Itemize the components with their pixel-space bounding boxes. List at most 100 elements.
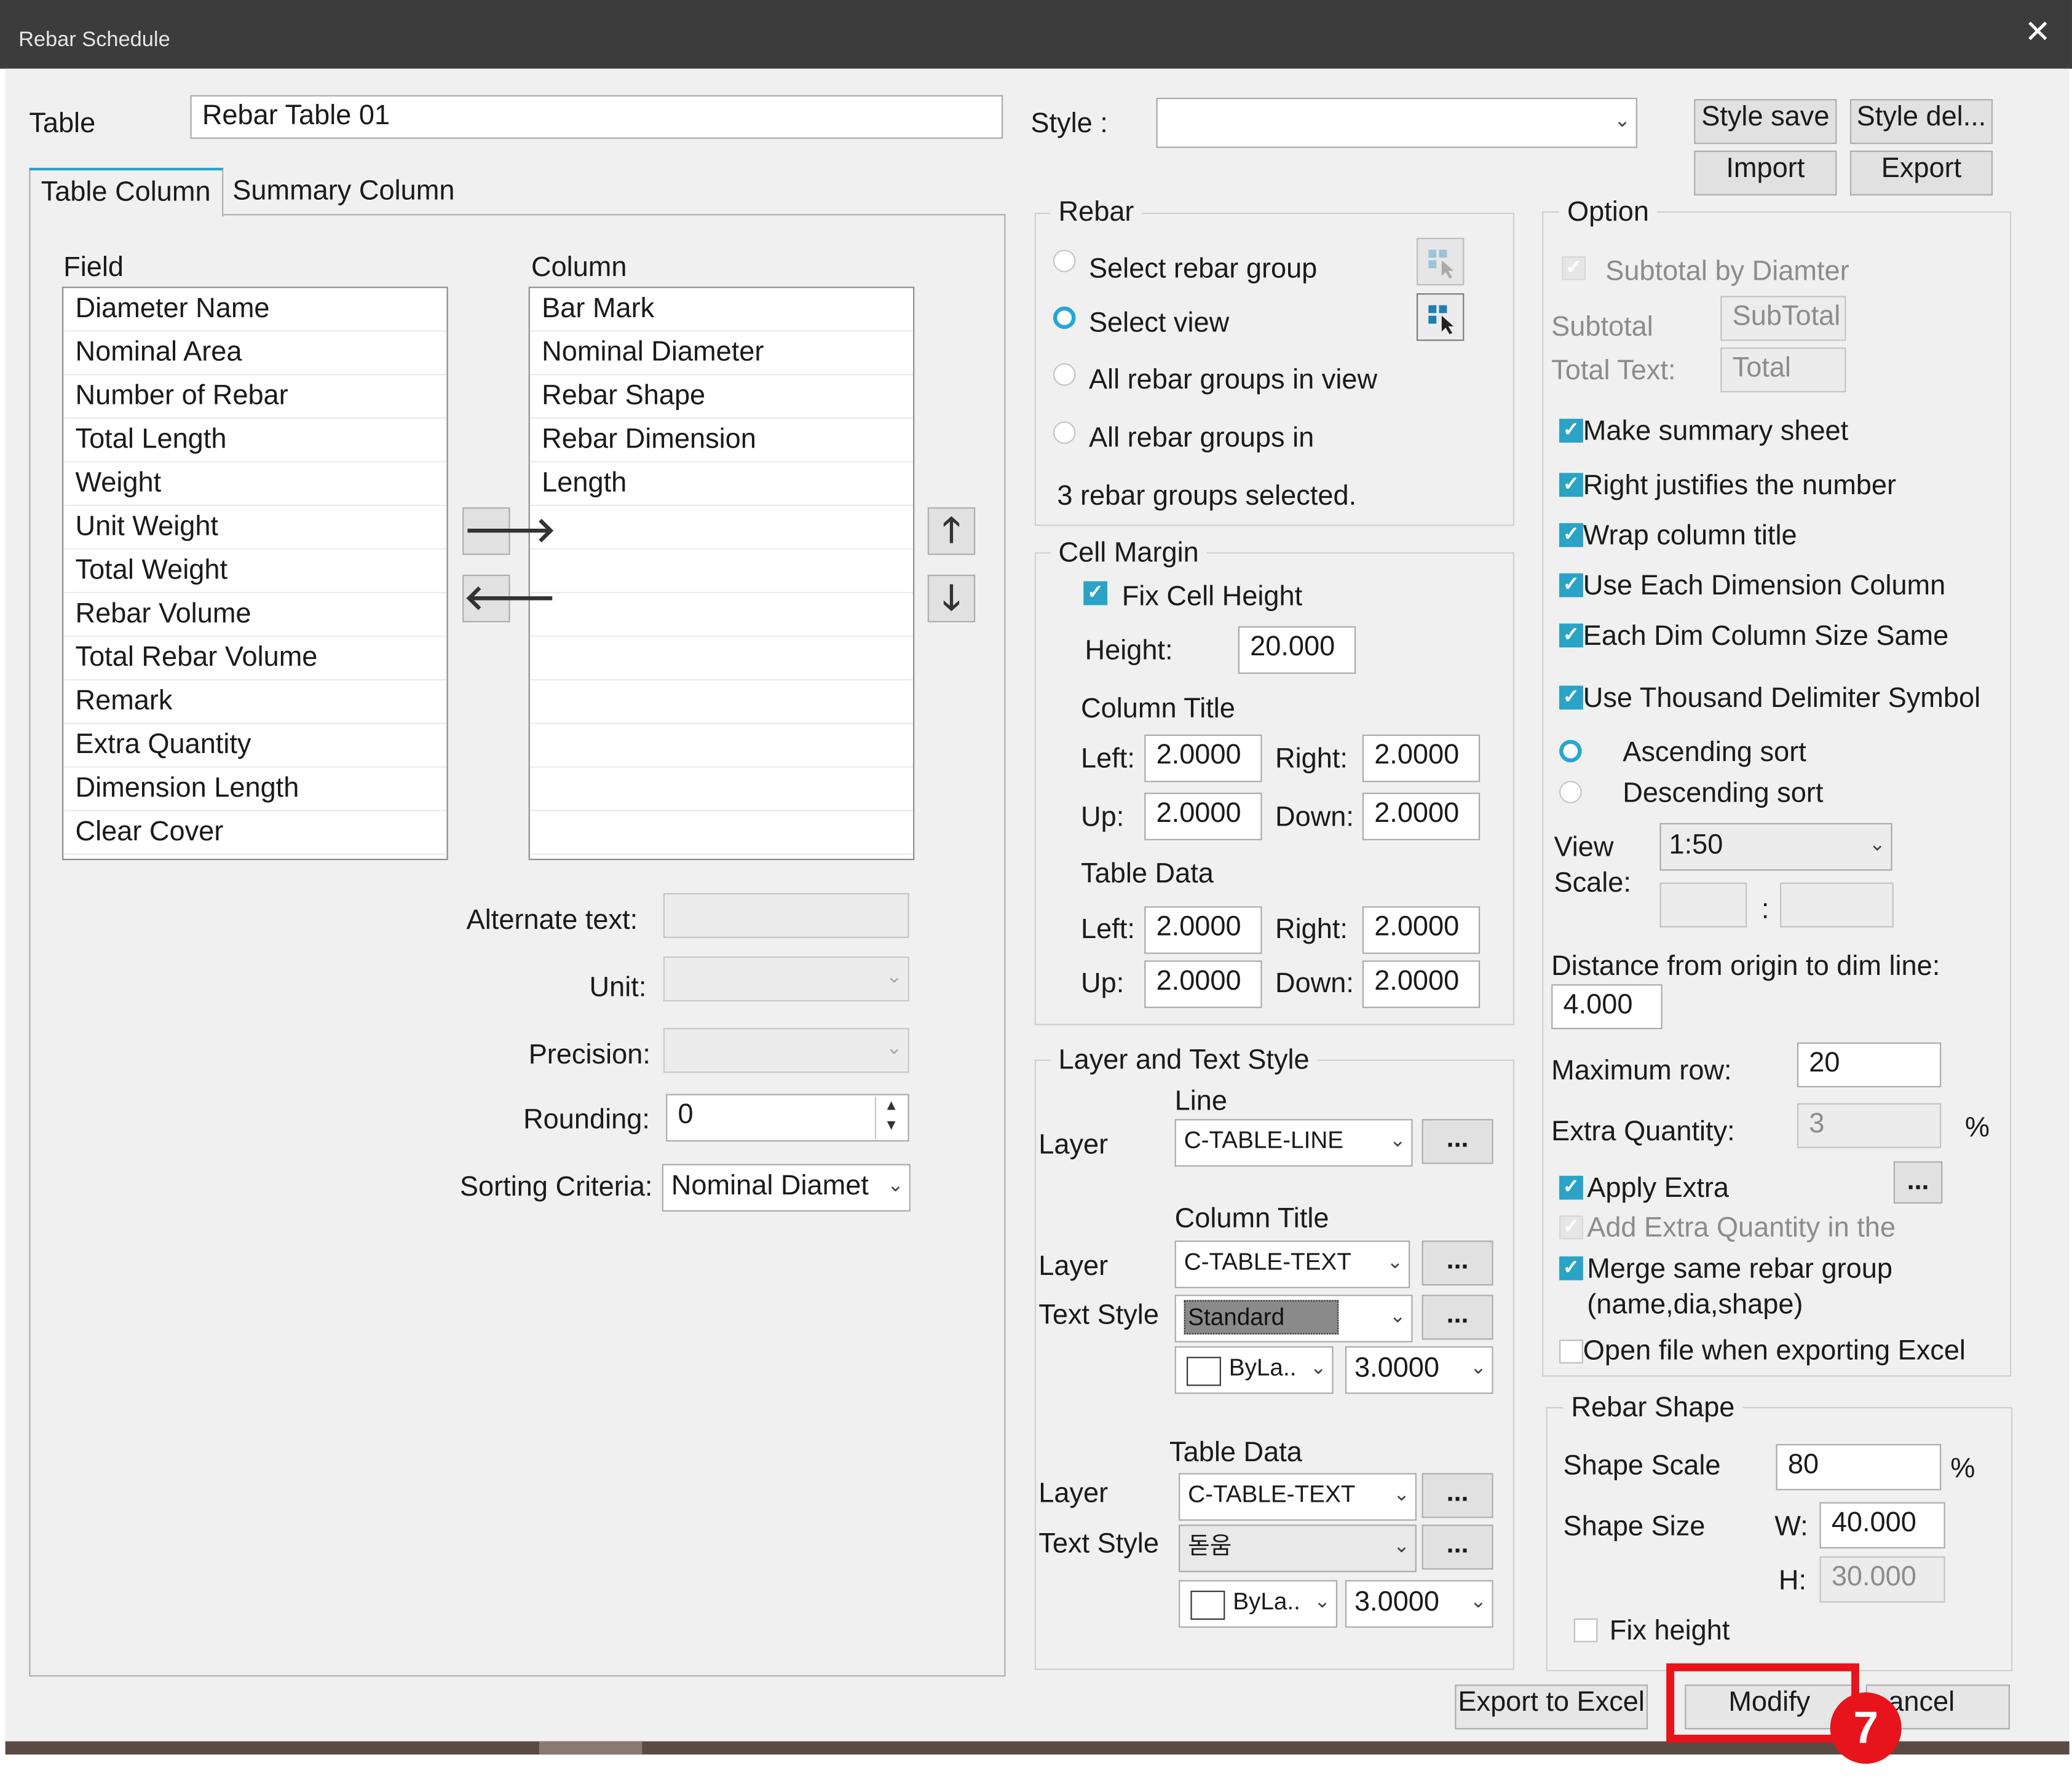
list-item[interactable]: Extra Quantity: [63, 724, 447, 768]
distance-input[interactable]: 4.000: [1551, 984, 1663, 1030]
shape-width-input[interactable]: 40.000: [1819, 1502, 1945, 1548]
fix-height-checkbox[interactable]: [1573, 1618, 1598, 1643]
pick-rebar-icon[interactable]: [1416, 237, 1465, 286]
td-up-input[interactable]: 2.0000: [1144, 960, 1262, 1008]
line-layer-select[interactable]: C-TABLE-LINE ⌄: [1174, 1119, 1413, 1167]
td-layer-select[interactable]: C-TABLE-TEXT ⌄: [1179, 1473, 1417, 1521]
max-row-input[interactable]: 20: [1797, 1042, 1942, 1087]
merge-same-checkbox[interactable]: ✓: [1559, 1256, 1583, 1280]
extra-quantity-input[interactable]: 3: [1797, 1103, 1942, 1148]
apply-extra-checkbox[interactable]: ✓: [1559, 1175, 1583, 1200]
style-save-button[interactable]: Style save: [1694, 99, 1837, 144]
td-right-input[interactable]: 2.0000: [1362, 906, 1481, 954]
list-item[interactable]: Length: [529, 462, 914, 507]
height-label: Height:: [1085, 635, 1173, 666]
list-item[interactable]: Diameter Name: [63, 288, 447, 332]
list-item[interactable]: Dimension Length: [63, 768, 447, 811]
sorting-criteria-select[interactable]: Nominal Diamet ⌄: [662, 1164, 911, 1212]
column-list[interactable]: Bar Mark Nominal Diameter Rebar Shape Re…: [528, 286, 915, 861]
ct-layer-select[interactable]: C-TABLE-TEXT ⌄: [1174, 1241, 1410, 1288]
unit-select[interactable]: ⌄: [663, 957, 909, 1002]
close-icon[interactable]: ✕: [2025, 15, 2051, 50]
tab-summary-column[interactable]: Summary Column: [232, 175, 454, 209]
import-button[interactable]: Import: [1694, 151, 1837, 196]
ct-height-select[interactable]: 3.0000 ⌄: [1345, 1346, 1493, 1394]
apply-extra-more-button[interactable]: ...: [1893, 1161, 1943, 1204]
list-item[interactable]: Nominal Area: [63, 331, 447, 376]
list-item[interactable]: Unit Weight: [63, 506, 447, 550]
view-scale-select[interactable]: 1:50 ⌄: [1659, 822, 1892, 871]
ct-down-input[interactable]: 2.0000: [1362, 792, 1481, 840]
list-item[interactable]: Rebar Dimension: [529, 419, 914, 463]
right-justifies-checkbox[interactable]: ✓: [1559, 473, 1583, 497]
add-extra-qty-checkbox[interactable]: ✓: [1559, 1215, 1583, 1239]
fix-cell-height-checkbox[interactable]: ✓: [1083, 581, 1108, 606]
radio-all-rebar-groups-in-view[interactable]: [1053, 363, 1076, 386]
list-item[interactable]: Total Rebar Volume: [63, 637, 447, 680]
ct-text-style-more-button[interactable]: ...: [1422, 1295, 1493, 1340]
td-layer-more-button[interactable]: ...: [1422, 1473, 1493, 1518]
color-swatch: [1186, 1357, 1221, 1386]
use-thousand-checkbox[interactable]: ✓: [1559, 685, 1583, 710]
arrow-down-icon[interactable]: 🡓: [927, 574, 976, 623]
style-delete-button[interactable]: Style del...: [1849, 99, 1993, 144]
field-list[interactable]: Diameter Name Nominal Area Number of Reb…: [62, 286, 448, 861]
arrow-up-icon[interactable]: 🡑: [927, 507, 976, 555]
make-summary-sheet-checkbox[interactable]: ✓: [1559, 419, 1583, 443]
td-color-select[interactable]: ByLa.. ⌄: [1179, 1580, 1338, 1628]
rounding-stepper[interactable]: 0: [666, 1094, 909, 1142]
td-left-input[interactable]: 2.0000: [1144, 906, 1262, 954]
list-item[interactable]: Rebar Volume: [63, 593, 447, 637]
list-item[interactable]: Total Length: [63, 419, 447, 463]
radio-descending-sort[interactable]: [1559, 781, 1582, 803]
subtotal-by-diameter-checkbox[interactable]: ✓: [1562, 256, 1586, 280]
list-item[interactable]: Remark: [63, 680, 447, 724]
list-item[interactable]: Weight: [63, 462, 447, 507]
ct-color-select[interactable]: ByLa.. ⌄: [1174, 1346, 1334, 1394]
radio-select-rebar-group[interactable]: [1053, 250, 1076, 272]
radio-select-view[interactable]: [1053, 306, 1076, 329]
arrow-left-icon[interactable]: 🡐: [462, 574, 556, 623]
stepper-arrows[interactable]: ▲ ▼: [874, 1096, 907, 1139]
export-to-excel-button[interactable]: Export to Excel: [1455, 1684, 1648, 1730]
list-item[interactable]: Bar Mark: [529, 288, 914, 332]
list-item[interactable]: Clear Cover: [63, 811, 447, 855]
pick-view-icon[interactable]: [1416, 293, 1465, 341]
use-each-dimension-checkbox[interactable]: ✓: [1559, 573, 1583, 598]
line-layer-more-button[interactable]: ...: [1422, 1119, 1493, 1164]
list-item[interactable]: Rebar Shape: [529, 375, 914, 419]
arrow-right-icon[interactable]: 🡒: [462, 507, 556, 555]
radio-all-rebar-groups-in[interactable]: [1053, 421, 1076, 444]
export-button[interactable]: Export: [1849, 151, 1993, 196]
scale-denominator-input[interactable]: [1779, 882, 1894, 928]
td-text-style-more-button[interactable]: ...: [1422, 1525, 1493, 1570]
chevron-down-icon: ⌄: [1389, 1129, 1406, 1152]
scale-numerator-input[interactable]: [1659, 882, 1747, 928]
column-label: Column: [531, 252, 627, 283]
ct-left-input[interactable]: 2.0000: [1144, 734, 1262, 783]
wrap-column-title-checkbox[interactable]: ✓: [1559, 523, 1583, 547]
style-select[interactable]: ⌄: [1156, 98, 1637, 148]
subtotal-input[interactable]: SubTotal: [1720, 296, 1846, 341]
td-text-style-select[interactable]: 돋움 ⌄: [1179, 1525, 1417, 1572]
ct-right-input[interactable]: 2.0000: [1362, 734, 1481, 783]
ct-text-style-select[interactable]: Standard ⌄: [1174, 1295, 1413, 1343]
precision-select[interactable]: ⌄: [663, 1028, 909, 1073]
td-down-input[interactable]: 2.0000: [1362, 960, 1481, 1008]
ct-up-input[interactable]: 2.0000: [1144, 792, 1262, 840]
height-input[interactable]: 20.000: [1238, 626, 1356, 674]
td-height-select[interactable]: 3.0000 ⌄: [1345, 1580, 1493, 1628]
open-file-checkbox[interactable]: [1559, 1339, 1583, 1363]
alternate-text-input[interactable]: [663, 893, 909, 938]
list-item[interactable]: Total Weight: [63, 550, 447, 593]
list-item[interactable]: Nominal Diameter: [529, 331, 914, 376]
table-name-input[interactable]: Rebar Table 01: [190, 95, 1003, 139]
radio-ascending-sort[interactable]: [1559, 740, 1582, 763]
layer-label: Layer: [1038, 1129, 1109, 1161]
shape-height-input[interactable]: 30.000: [1819, 1556, 1945, 1603]
total-text-input[interactable]: Total: [1720, 347, 1846, 393]
shape-scale-input[interactable]: 80: [1776, 1444, 1942, 1491]
each-dim-same-checkbox[interactable]: ✓: [1559, 623, 1583, 648]
list-item[interactable]: Number of Rebar: [63, 375, 447, 419]
ct-layer-more-button[interactable]: ...: [1422, 1241, 1493, 1286]
